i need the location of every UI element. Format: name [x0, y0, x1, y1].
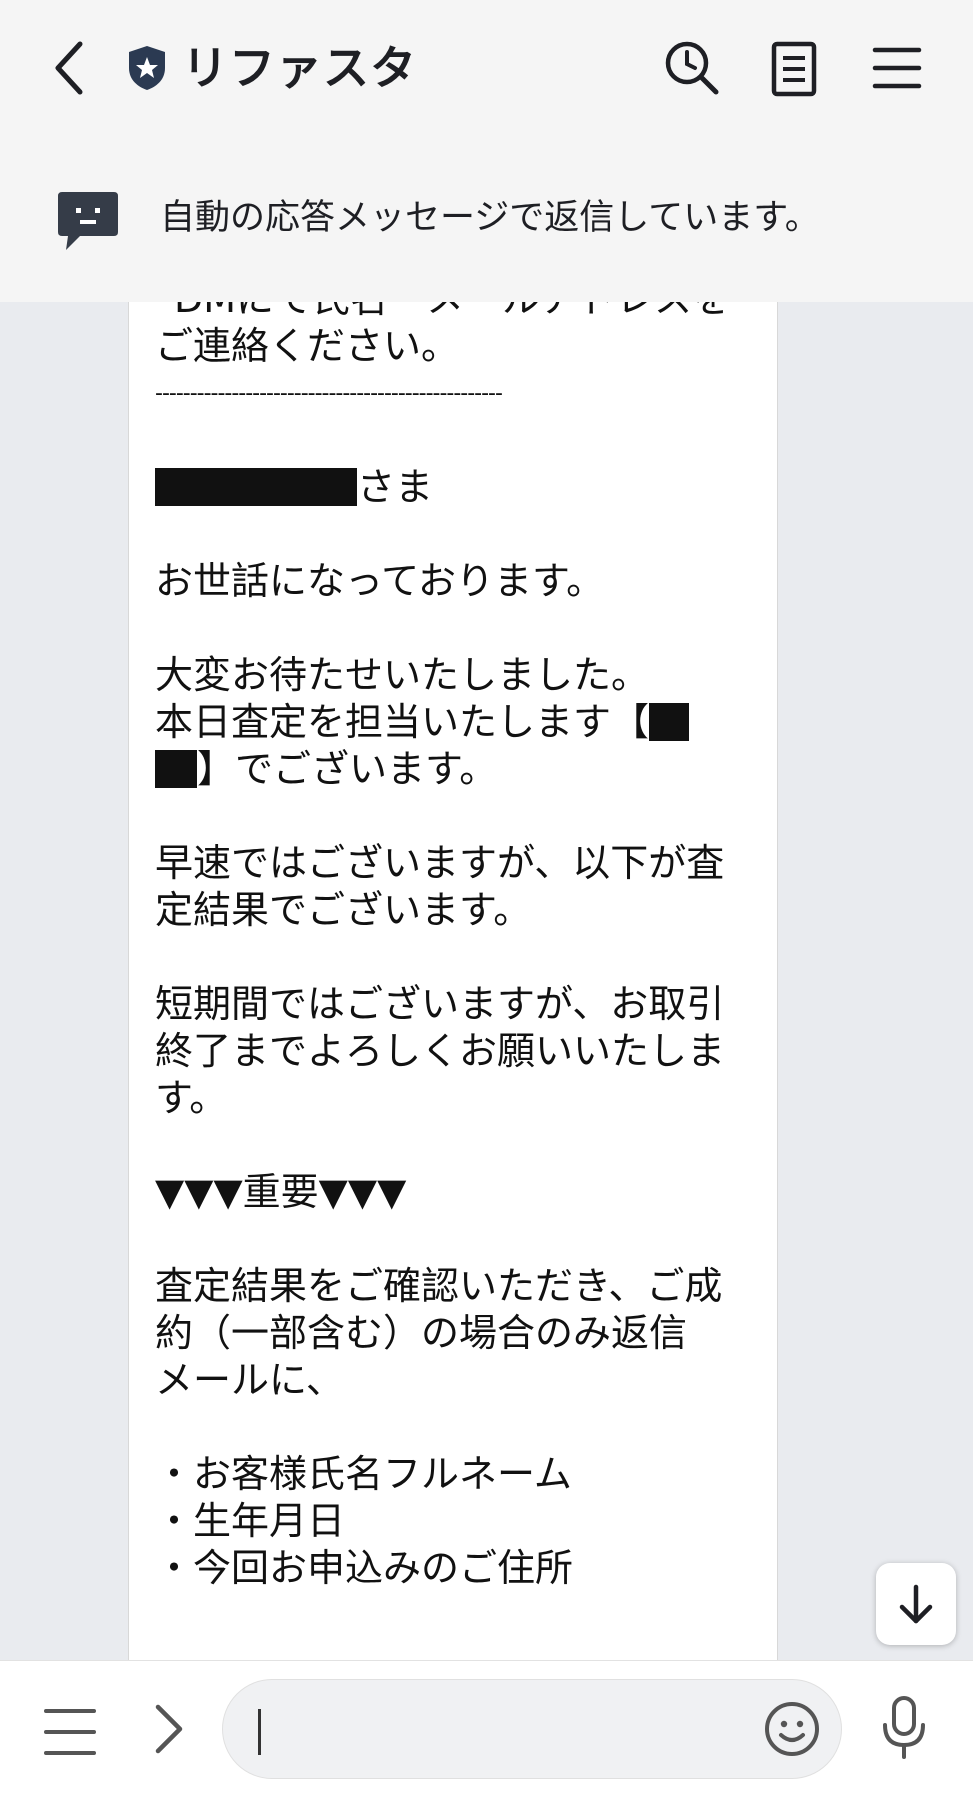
chevron-right-icon — [155, 1704, 183, 1754]
top-bar: リファスタ — [0, 0, 973, 140]
notes-button[interactable] — [762, 36, 826, 100]
menu-button[interactable] — [865, 36, 929, 100]
official-badge-icon — [126, 44, 168, 92]
message-line: 短期間ではございますが、お取引 — [155, 982, 725, 1026]
redacted-staff-name — [155, 750, 197, 788]
auto-reply-bot-icon — [56, 188, 120, 254]
message-line: す。 — [155, 1076, 228, 1120]
message-input[interactable] — [222, 1679, 842, 1779]
message-line — [155, 793, 765, 840]
message-line-important: ▼▼▼重要▼▼▼ — [155, 1170, 407, 1214]
message-line: 終了までよろしくお願いいたしま — [155, 1029, 726, 1073]
message-input-bar — [0, 1660, 973, 1795]
message-line: 査定結果をご確認いただき、ご成 — [155, 1264, 723, 1308]
message-line-staff-end: 】でございます。 — [155, 746, 765, 793]
message-line — [155, 605, 765, 652]
message-line — [155, 511, 765, 558]
hamburger-icon — [872, 47, 922, 89]
message-line: ・今回お申込みのご住所 — [155, 1546, 574, 1590]
search-button[interactable] — [660, 36, 724, 100]
message-line: 早速ではございますが、以下が査 — [155, 841, 725, 885]
message-line-salutation: さま — [155, 464, 765, 511]
message-line — [155, 1404, 765, 1451]
redacted-name — [155, 468, 357, 506]
message-bubble: *DMにて氏名・メールアドレスを ご連絡ください。 --------------… — [128, 302, 778, 1660]
message-line: ご連絡ください。 — [155, 324, 460, 368]
note-icon — [771, 41, 817, 97]
chat-header: リファスタ 自動の応答メッセージで返信しています。 — [0, 0, 973, 302]
message-line: *DMにて氏名・メールアドレスを — [155, 302, 765, 323]
input-menu-button[interactable] — [44, 1707, 96, 1761]
microphone-icon — [883, 1696, 925, 1759]
message-line: 約（一部含む）の場合のみ返信 — [155, 1311, 688, 1355]
expand-tools-button[interactable] — [148, 1701, 188, 1761]
smiley-icon — [765, 1702, 819, 1756]
search-clock-icon — [665, 41, 719, 95]
text-caret — [258, 1709, 261, 1755]
chat-area[interactable]: *DMにて氏名・メールアドレスを ご連絡ください。 --------------… — [0, 302, 973, 1660]
message-line: メールに、 — [155, 1358, 344, 1402]
message-line-staff: 本日査定を担当いたします【 — [155, 699, 765, 746]
message-line: 定結果でございます。 — [155, 888, 532, 932]
back-button[interactable] — [46, 36, 98, 100]
message-divider: ----------------------------------------… — [155, 381, 503, 406]
message-text: *DMにて氏名・メールアドレスを ご連絡ください。 --------------… — [155, 302, 765, 1592]
message-line — [155, 1216, 765, 1263]
chat-title: リファスタ — [182, 41, 417, 95]
message-line: ・お客様氏名フルネーム — [155, 1452, 572, 1496]
message-line — [155, 934, 765, 981]
chevron-left-icon — [55, 41, 83, 95]
redacted-staff-name — [649, 703, 690, 741]
message-line: 大変お待たせいたしました。 — [155, 653, 650, 697]
message-line: ・生年月日 — [155, 1499, 346, 1543]
message-line — [155, 417, 765, 464]
auto-reply-notice: 自動の応答メッセージで返信しています。 — [160, 198, 820, 238]
emoji-button[interactable] — [764, 1701, 820, 1761]
message-line — [155, 1122, 765, 1169]
hamburger-icon — [44, 1709, 96, 1755]
arrow-down-icon — [899, 1584, 933, 1624]
message-line: お世話になっております。 — [155, 559, 605, 603]
scroll-to-bottom-button[interactable] — [876, 1563, 956, 1645]
voice-input-button[interactable] — [880, 1695, 928, 1765]
